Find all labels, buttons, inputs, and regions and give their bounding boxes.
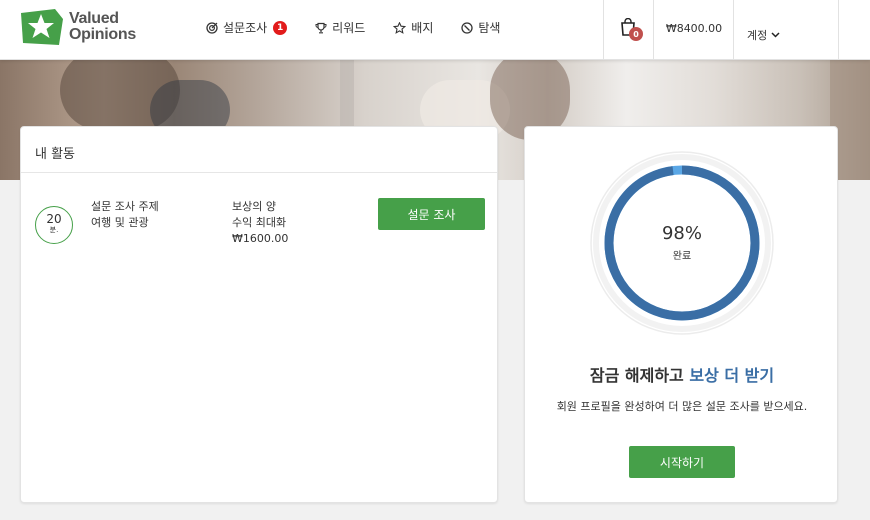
main-nav: 설문조사 1 리워드 배지 탐색 [206, 19, 528, 36]
survey-duration-badge: 20 분. [35, 206, 73, 244]
valued-opinions-logo[interactable]: Valued Opinions [19, 5, 136, 49]
compass-icon [461, 21, 474, 34]
cart-button[interactable]: 0 [620, 17, 644, 42]
star-icon [393, 21, 407, 34]
unlock-description: 회원 프로필을 완성하여 더 많은 설문 조사를 받으세요. [556, 400, 808, 413]
nav-item-badges[interactable]: 배지 [393, 19, 433, 36]
nav-item-badges-label: 배지 [411, 21, 434, 35]
nav-item-surveys-label: 설문조사 [223, 21, 268, 35]
survey-reward: 보상의 양 수익 최대화 ₩1600.00 [232, 199, 288, 247]
survey-topic: 설문 조사 주제 여행 및 관광 [91, 199, 159, 231]
target-icon [206, 21, 218, 34]
survey-reward-label: 보상의 양 [232, 200, 276, 213]
cart-count-badge: 0 [629, 27, 643, 41]
unlock-title-prefix: 잠금 해제하고 [589, 366, 684, 385]
survey-reward-value: ₩1600.00 [232, 232, 289, 245]
nav-item-rewards-label: 리워드 [332, 21, 366, 35]
header-divider [603, 0, 604, 60]
unlock-title-highlight: 보상 더 받기 [689, 366, 775, 385]
profile-progress-ring: 98% 완료 [590, 151, 774, 335]
profile-complete-label: 완료 [672, 251, 692, 262]
header-divider [733, 0, 734, 60]
survey-activity-row: 20 분. 설문 조사 주제 여행 및 관광 보상의 양 수익 최대화 ₩160… [21, 197, 499, 257]
logo-text-line2: Opinions [69, 26, 136, 43]
survey-topic-label: 설문 조사 주제 [91, 200, 159, 213]
header-divider [838, 0, 839, 60]
surveys-count-badge: 1 [273, 20, 288, 35]
account-menu[interactable]: 계정 [747, 27, 780, 43]
my-activity-title: 내 활동 [21, 127, 497, 173]
account-menu-label: 계정 [747, 29, 768, 42]
survey-reward-note: 수익 최대화 [232, 216, 287, 229]
nav-item-rewards[interactable]: 리워드 [315, 19, 365, 36]
account-balance: ₩8400.00 [665, 22, 723, 35]
start-profile-button[interactable]: 시작하기 [629, 446, 735, 478]
survey-duration: 20 [46, 212, 62, 226]
take-survey-button[interactable]: 설문 조사 [378, 198, 485, 230]
unlock-rewards-title: 잠금 해제하고 보상 더 받기 [525, 362, 839, 386]
nav-item-surveys[interactable]: 설문조사 1 [206, 19, 288, 36]
profile-percent: 98% [661, 223, 702, 244]
survey-duration-unit: 분. [49, 226, 59, 234]
top-header: Valued Opinions 설문조사 1 리워드 배지 탐색 0 ₩8400… [0, 0, 870, 60]
logo-star-icon [19, 7, 67, 47]
nav-item-explore[interactable]: 탐색 [461, 19, 500, 36]
nav-item-explore-label: 탐색 [478, 21, 501, 35]
my-activity-card: 내 활동 20 분. 설문 조사 주제 여행 및 관광 보상의 양 수익 최대화… [20, 126, 498, 503]
chevron-down-icon [771, 32, 780, 38]
trophy-icon [315, 22, 327, 33]
profile-completion-card: 98% 완료 잠금 해제하고 보상 더 받기 회원 프로필을 완성하여 더 많은… [524, 126, 838, 503]
survey-topic-value: 여행 및 관광 [91, 216, 149, 229]
logo-text-line1: Valued [69, 10, 119, 27]
